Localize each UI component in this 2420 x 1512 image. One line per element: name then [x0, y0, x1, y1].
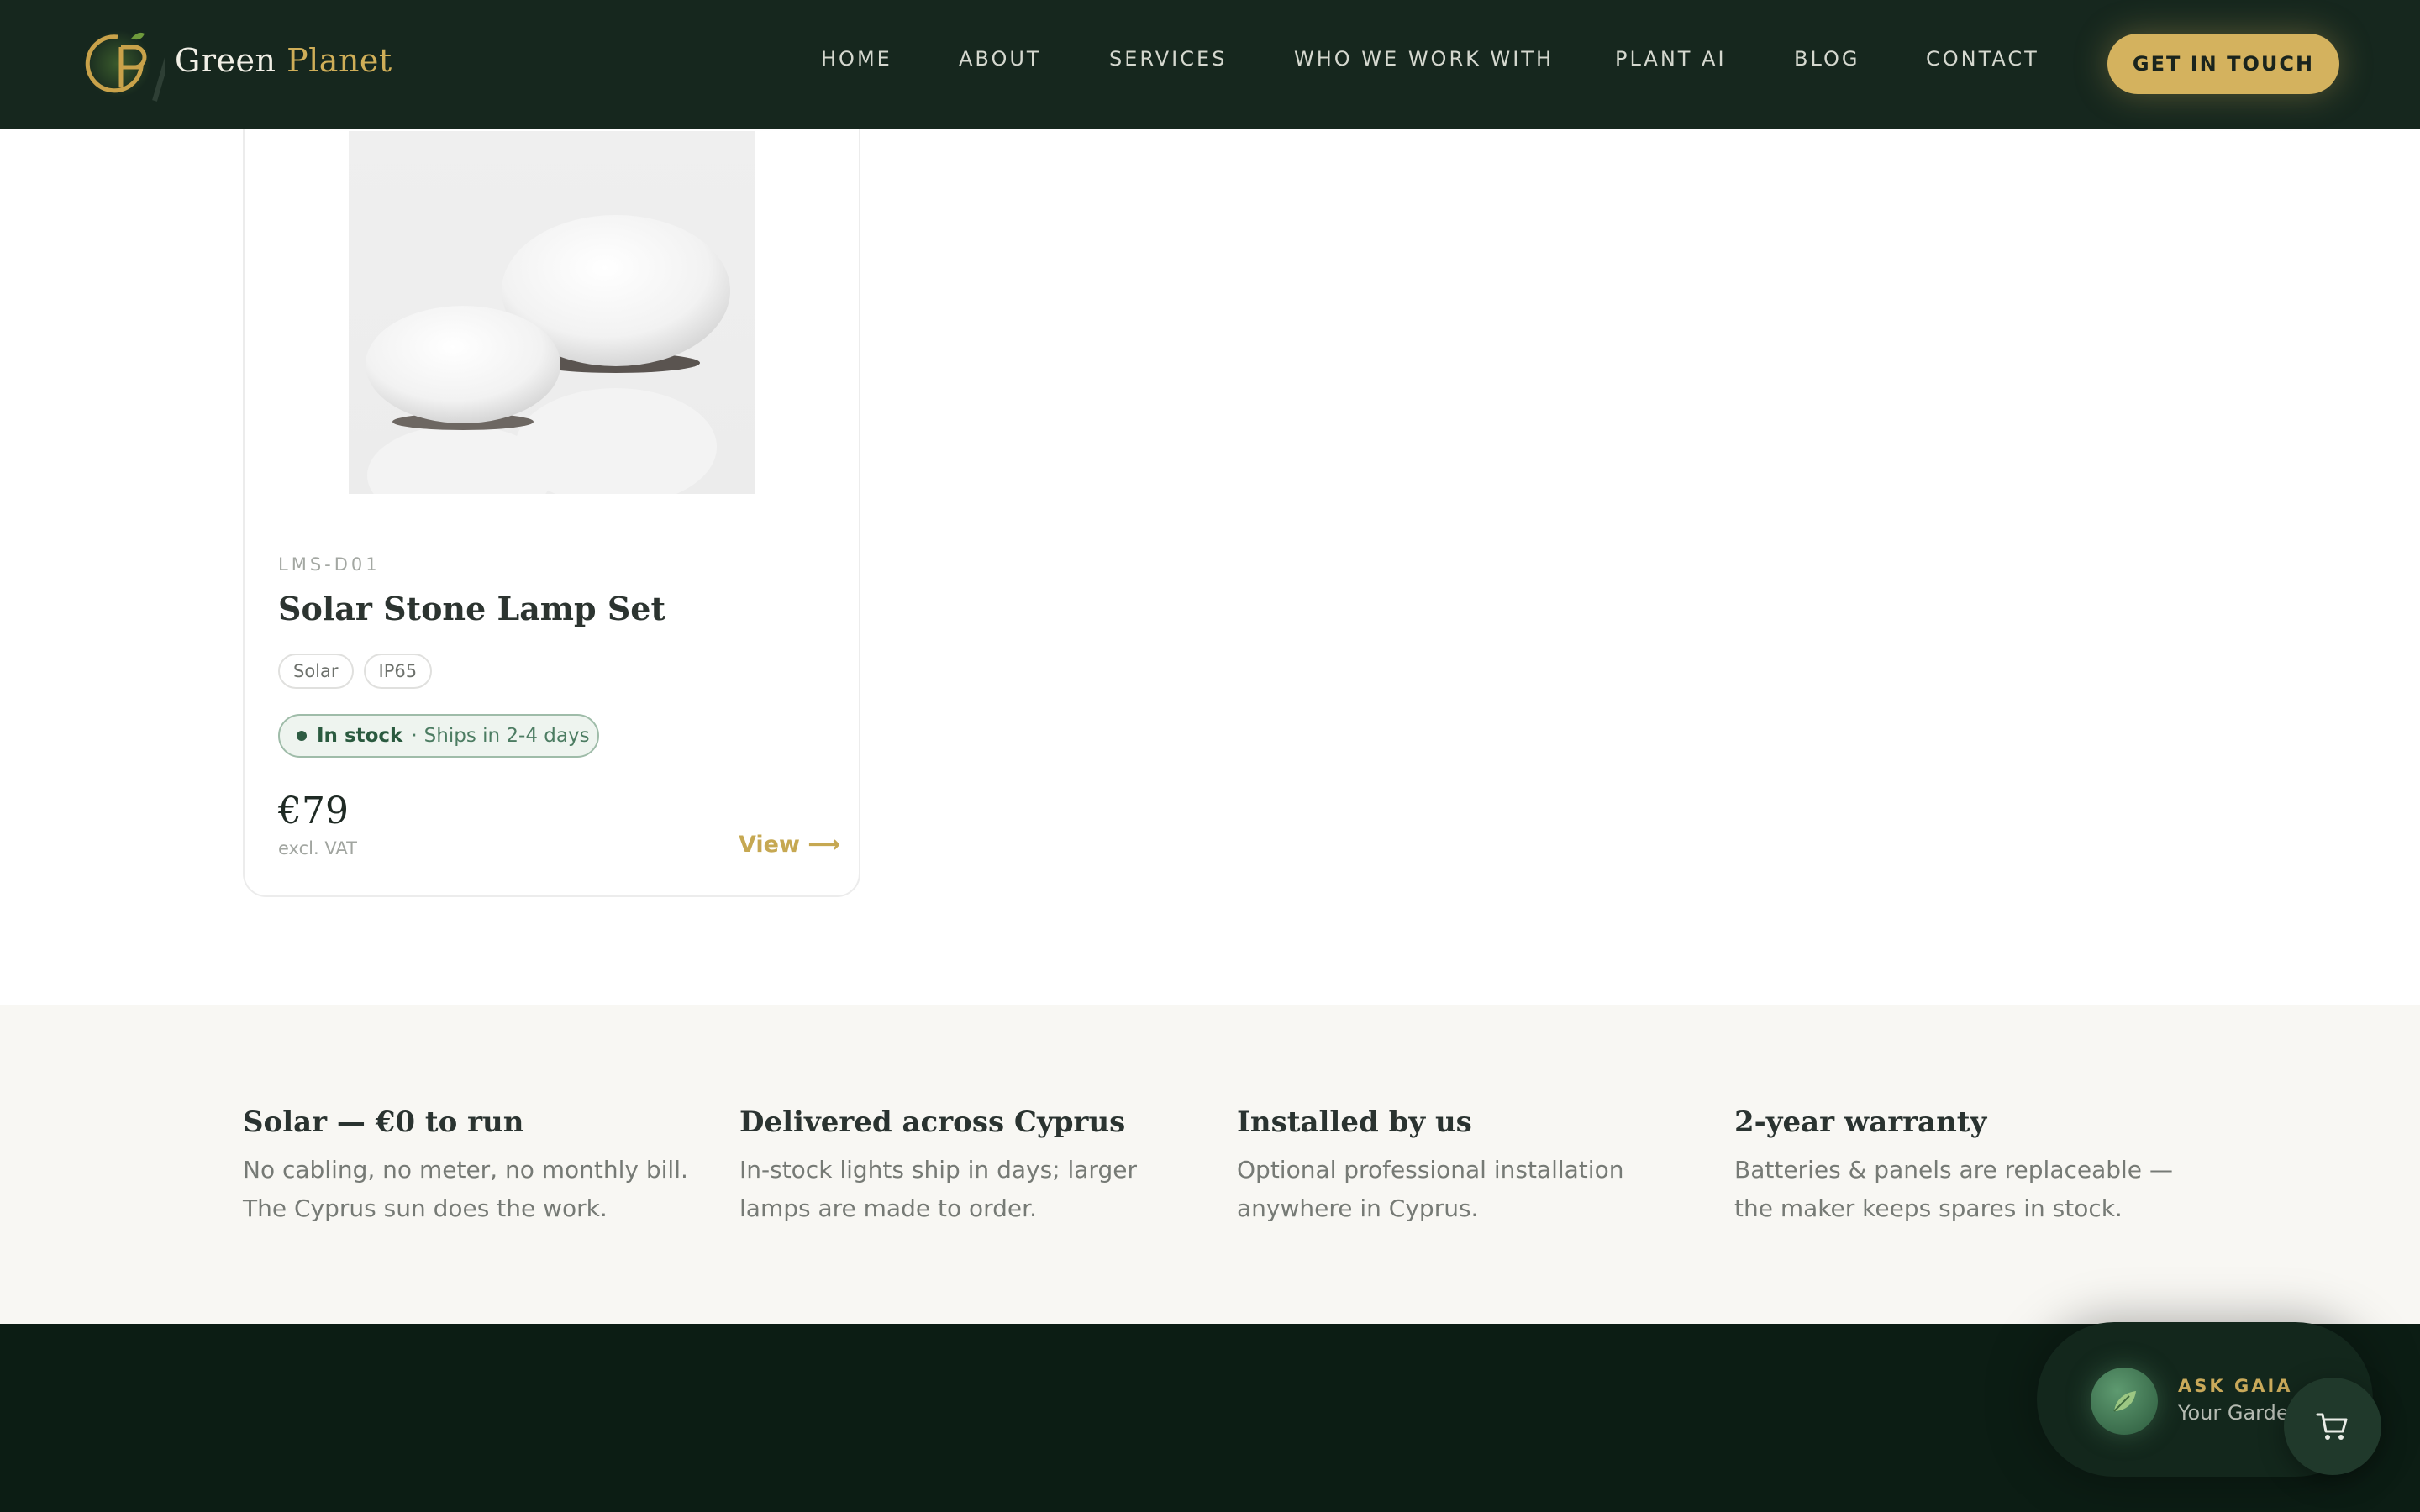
product-title[interactable]: Solar Stone Lamp Set: [278, 590, 666, 627]
feature-warranty: 2-year warranty Batteries & panels are r…: [1734, 1105, 2188, 1228]
product-card[interactable]: LMS-D01 Solar Stone Lamp Set Solar IP65 …: [243, 84, 860, 897]
feature-text: Optional professional installation anywh…: [1237, 1156, 1624, 1222]
feature-text: Batteries & panels are replaceable — the…: [1734, 1156, 2173, 1222]
feature-title: Delivered across Cyprus: [739, 1105, 1126, 1139]
nav-who-we-work-with[interactable]: WHO WE WORK WITH: [1294, 47, 1554, 71]
product-tags: Solar IP65: [278, 654, 433, 689]
feature-title: Installed by us: [1237, 1105, 1472, 1139]
status-dot-icon: [297, 731, 307, 741]
nav-plant-ai[interactable]: PLANT AI: [1615, 47, 1727, 71]
feature-title: Solar — €0 to run: [243, 1105, 524, 1139]
view-product-link[interactable]: View ⟶: [739, 832, 840, 858]
vat-note: excl. VAT: [278, 838, 357, 858]
product-image: [349, 131, 755, 494]
stock-status-badge: In stock · Ships in 2-4 days: [278, 714, 599, 758]
product-sku: LMS-D01: [278, 554, 381, 575]
assistant-eyebrow: ASK GAIA: [2178, 1376, 2293, 1396]
feature-text: No cabling, no meter, no monthly bill. T…: [243, 1156, 688, 1222]
assistant-subtitle: Your Garden: [2178, 1401, 2302, 1425]
feature-text: In-stock lights ship in days; larger lam…: [739, 1156, 1137, 1222]
tag-solar: Solar: [278, 654, 354, 689]
feature-installation: Installed by us Optional professional in…: [1237, 1105, 1691, 1228]
shipping-time: Ships in 2-4 days: [424, 725, 590, 747]
assistant-avatar: [2091, 1368, 2158, 1435]
nav-blog[interactable]: BLOG: [1794, 47, 1860, 71]
nav-home[interactable]: HOME: [821, 47, 892, 71]
get-in-touch-button[interactable]: GET IN TOUCH: [2107, 34, 2339, 94]
nav-services[interactable]: SERVICES: [1109, 47, 1227, 71]
nav-contact[interactable]: CONTACT: [1926, 47, 2039, 71]
feature-solar: Solar — €0 to run No cabling, no meter, …: [243, 1105, 697, 1228]
nav-about[interactable]: ABOUT: [959, 47, 1042, 71]
feature-title: 2-year warranty: [1734, 1105, 1987, 1139]
stock-separator: ·: [411, 725, 418, 747]
features-section: Solar — €0 to run No cabling, no meter, …: [0, 1005, 2420, 1324]
stock-label: In stock: [317, 725, 403, 747]
main-nav: HOME ABOUT SERVICES WHO WE WORK WITH PLA…: [0, 47, 2420, 81]
product-price: €79: [278, 790, 349, 832]
cart-button[interactable]: [2284, 1378, 2381, 1475]
site-header: Green Planet HOME ABOUT SERVICES WHO WE …: [0, 0, 2420, 129]
feature-delivery: Delivered across Cyprus In-stock lights …: [739, 1105, 1193, 1228]
shopping-cart-icon: [2316, 1413, 2348, 1440]
leaf-icon: [2113, 1391, 2136, 1412]
tag-ip65: IP65: [363, 654, 433, 689]
